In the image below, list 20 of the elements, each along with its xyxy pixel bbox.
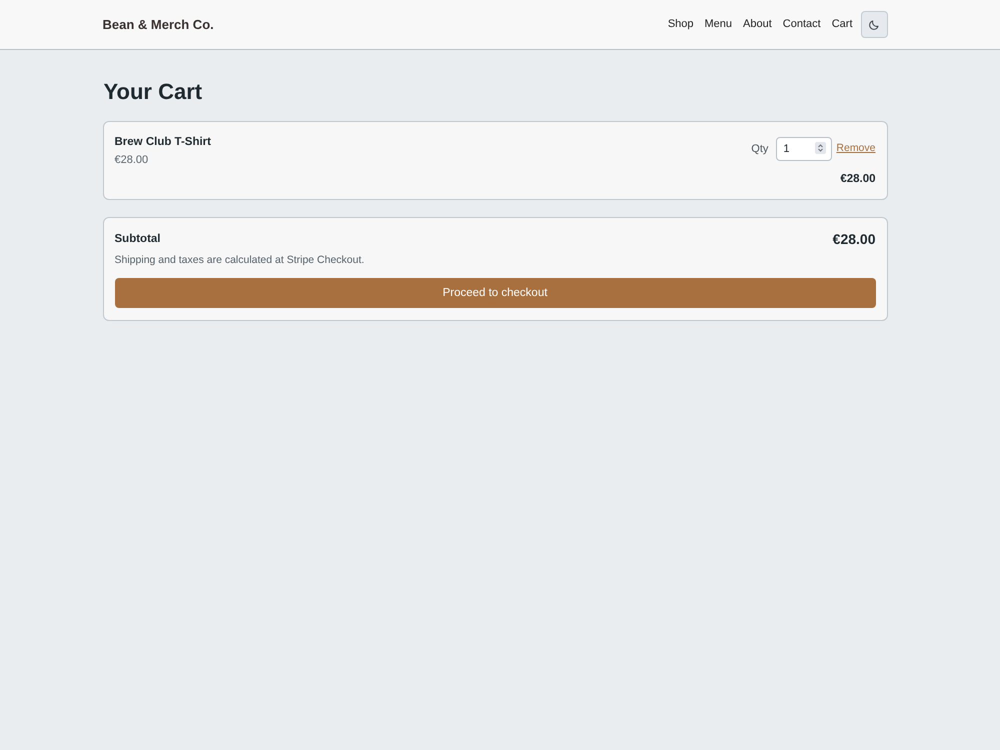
remove-link[interactable]: Remove [836, 141, 876, 157]
brand-link[interactable]: Bean & Merch Co. [102, 14, 214, 34]
item-price: €28.00 [114, 152, 150, 168]
qty-label: Qty [751, 142, 768, 157]
subtotal-amount: €28.00 [832, 230, 876, 249]
page-title: Your Cart [104, 79, 204, 106]
nav-link[interactable]: Contact [782, 16, 821, 33]
nav-link[interactable]: About [743, 16, 772, 33]
nav-link[interactable]: Cart [832, 16, 852, 33]
moon-icon [868, 18, 880, 30]
theme-toggle-button[interactable] [860, 11, 888, 38]
line-total: €28.00 [840, 172, 876, 188]
item-name: Brew Club T-Shirt [114, 135, 211, 150]
shipping-note: Shipping and taxes are calculated at Stripe Checkout. [114, 252, 366, 268]
checkout-button[interactable]: Proceed to checkout [114, 278, 876, 308]
nav-link[interactable]: Shop [668, 16, 694, 33]
quantity-field[interactable]: 1 [776, 137, 832, 162]
subtotal-label: Subtotal [114, 232, 160, 247]
spinner-icon[interactable] [815, 142, 826, 154]
nav-link[interactable]: Menu [704, 16, 732, 33]
